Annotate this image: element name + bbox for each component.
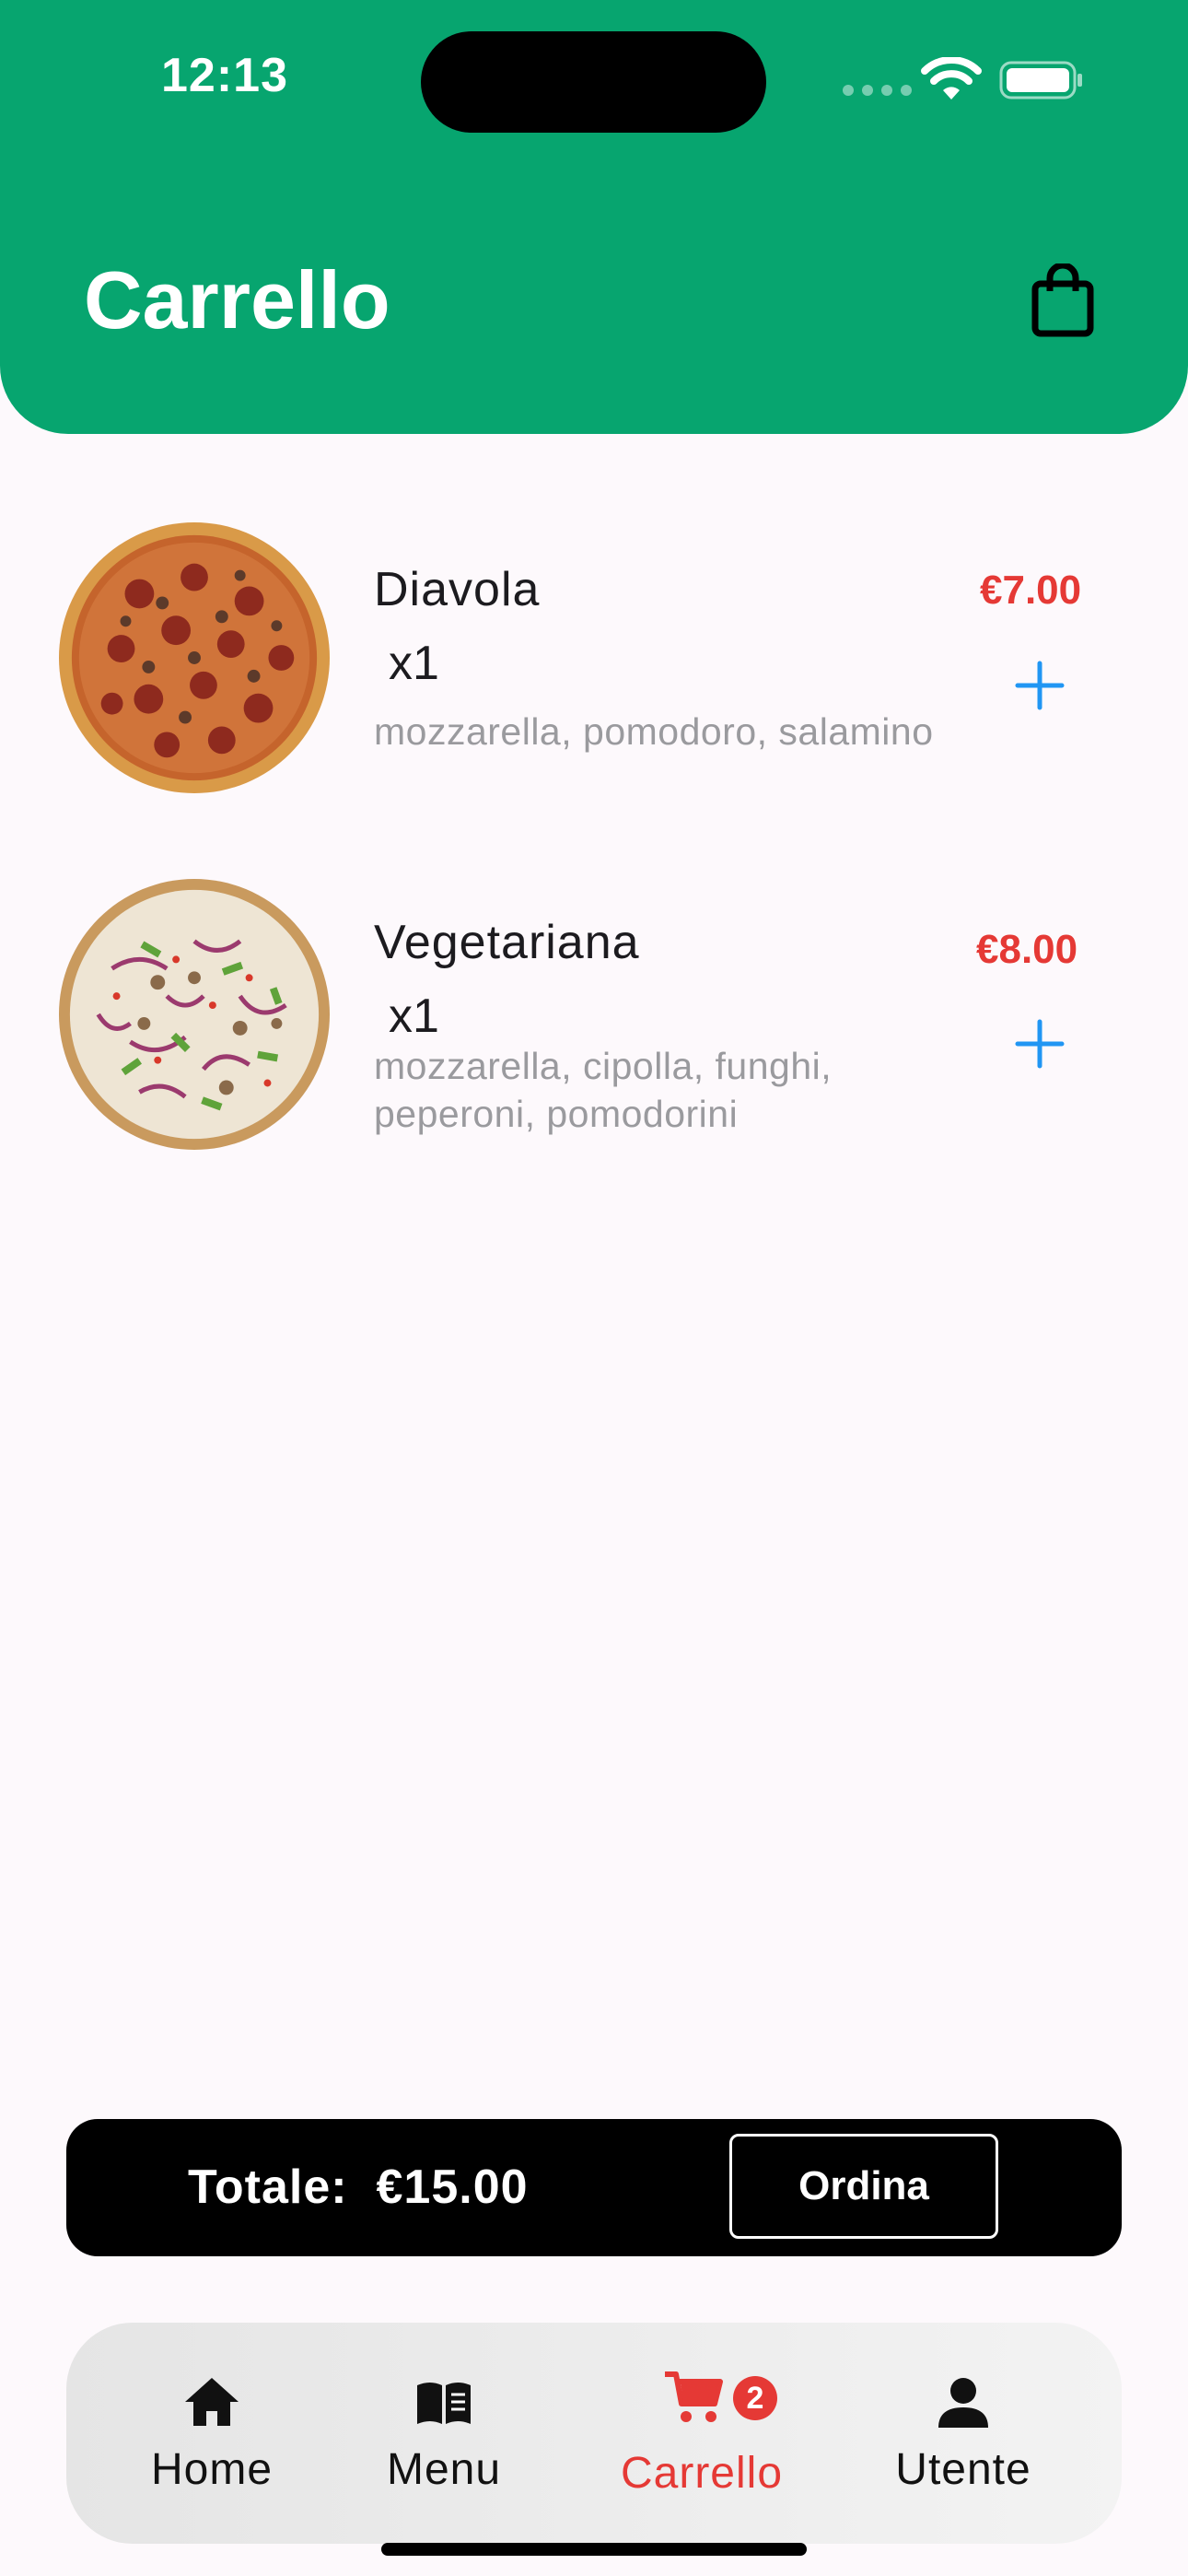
status-time: 12:13 [161,49,288,102]
item-quantity: x1 [389,637,439,690]
tab-label: Menu [386,2445,502,2494]
tab-label: Utente [895,2445,1031,2494]
home-icon [185,2378,239,2426]
bottom-tab-bar: Home Menu 2 Carrello Utente [66,2323,1122,2544]
tab-label: Carrello [620,2449,784,2498]
tab-carrello[interactable]: 2 Carrello [600,2323,803,2544]
item-price: €7.00 [980,568,1082,613]
order-button[interactable]: Ordina [729,2134,998,2239]
plus-icon[interactable] [1012,1016,1067,1071]
wifi-icon [921,57,982,100]
tab-label: Home [150,2445,274,2494]
shopping-bag-icon[interactable] [1030,263,1096,337]
pizza-diavola-image [58,521,331,794]
item-name: Vegetariana [374,916,640,969]
item-ingredients: mozzarella, cipolla, funghi, peperoni, p… [374,1045,833,1135]
cart-badge: 2 [733,2376,777,2420]
total-bar: Totale: €15.00 Ordina [66,2119,1122,2256]
tab-menu[interactable]: Menu [370,2323,518,2544]
cart-item: Vegetariana x1 mozzarella, cipolla, fung… [0,873,1188,1168]
item-price: €8.00 [976,927,1078,972]
cart-item: Diavola x1 mozzarella, pomodoro, salamin… [0,516,1188,811]
dynamic-island [421,31,766,133]
pizza-vegetariana-image [58,878,331,1151]
user-icon [938,2378,988,2428]
total-label: Totale: €15.00 [188,2160,529,2214]
cart-icon [665,2371,723,2422]
item-name: Diavola [374,563,541,616]
plus-icon[interactable] [1012,658,1067,713]
page-title: Carrello [84,254,390,345]
menu-book-icon [417,2383,471,2424]
signal-icon [843,85,912,96]
tab-utente[interactable]: Utente [885,2323,1042,2544]
battery-icon [999,61,1082,100]
item-ingredients: mozzarella, pomodoro, salamino [374,710,934,753]
tab-home[interactable]: Home [138,2323,285,2544]
item-quantity: x1 [389,989,439,1043]
home-indicator [381,2543,807,2556]
app-header: 12:13 Carrello [0,0,1188,434]
